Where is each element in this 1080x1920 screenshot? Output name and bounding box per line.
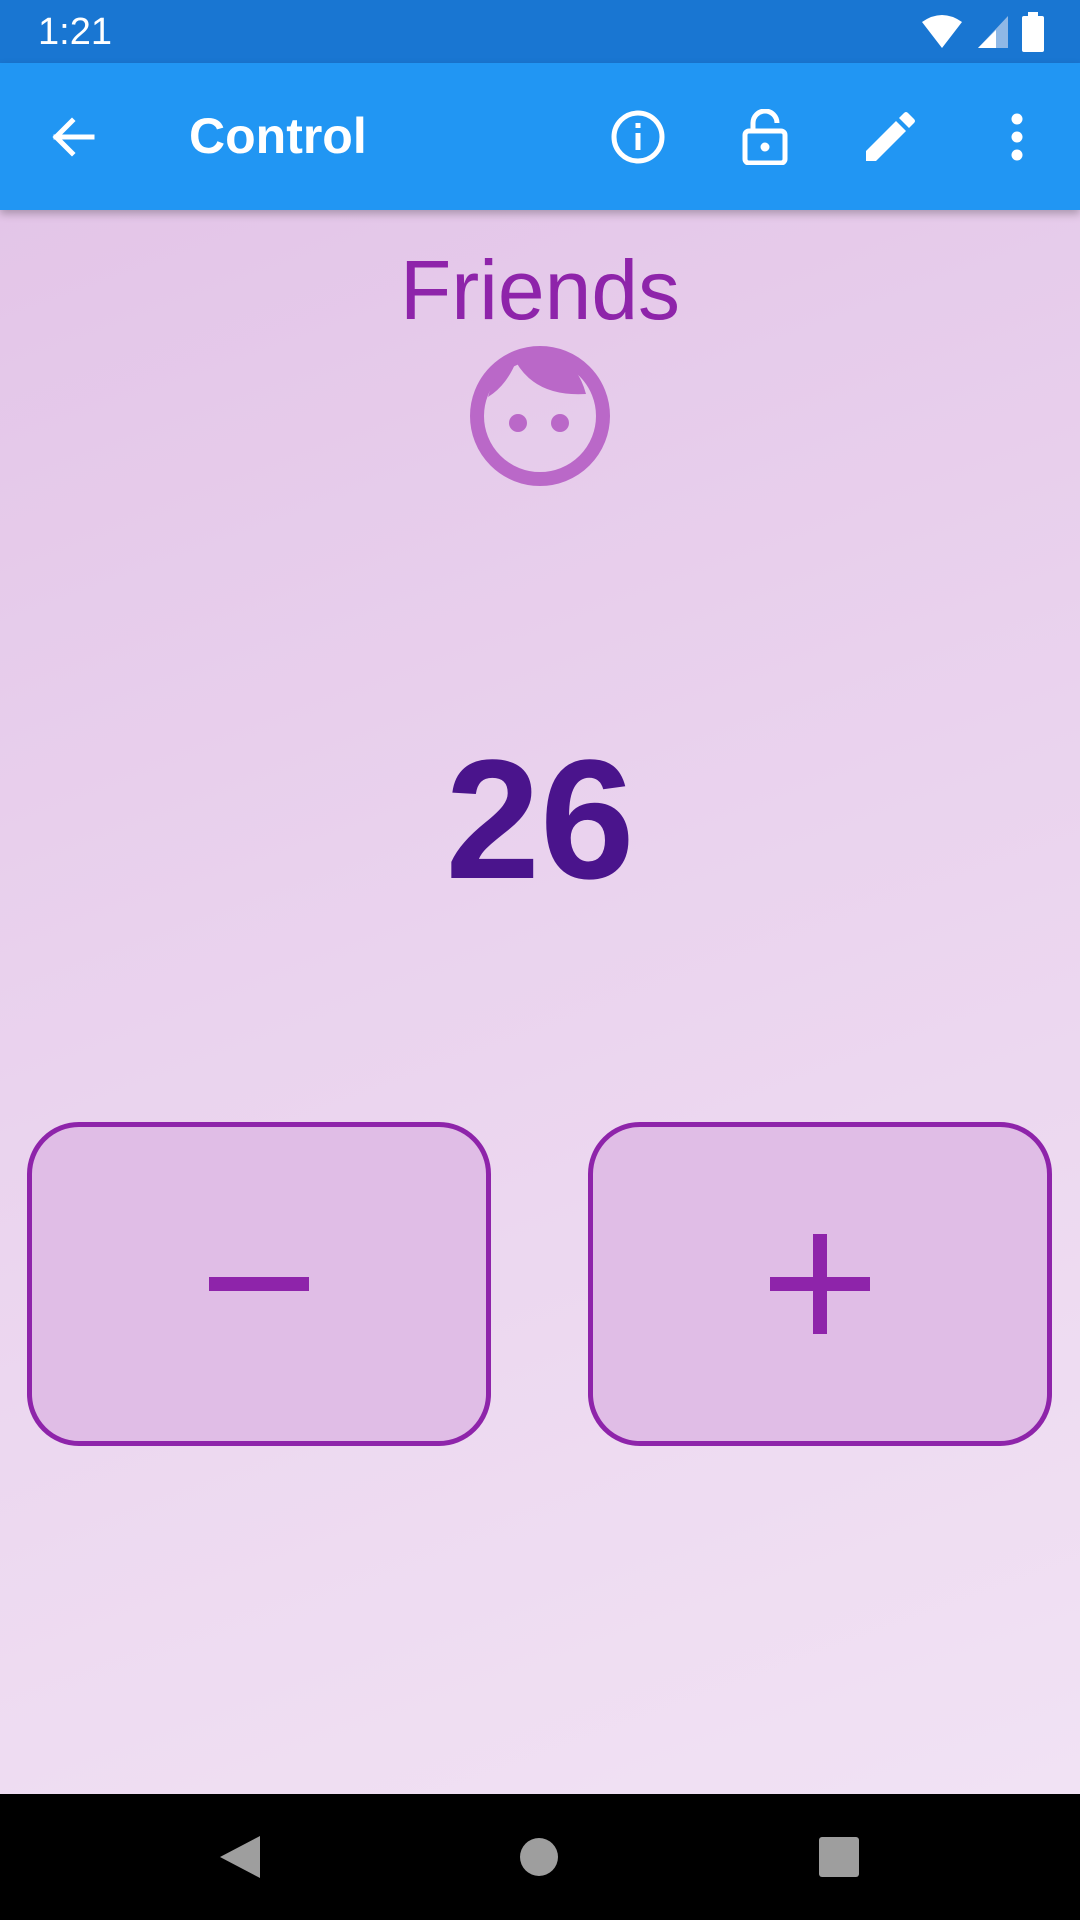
more-options-button[interactable]: [957, 63, 1077, 210]
app-bar: Control: [0, 63, 1080, 210]
plus-icon: [770, 1234, 870, 1334]
counter-value: 26: [445, 725, 635, 915]
nav-home-icon: [520, 1838, 558, 1876]
edit-button[interactable]: [830, 63, 950, 210]
info-icon: [611, 110, 665, 163]
nav-back-button[interactable]: [170, 1794, 310, 1920]
system-nav-bar: [0, 1794, 1080, 1920]
wifi-icon: [922, 15, 962, 48]
lock-open-icon: [742, 108, 788, 165]
app-title: Control: [189, 108, 367, 164]
info-button[interactable]: [578, 63, 698, 210]
status-time: 1:21: [38, 11, 112, 53]
nav-recents-icon: [819, 1837, 859, 1877]
nav-recents-button[interactable]: [769, 1794, 909, 1920]
back-button[interactable]: [13, 63, 133, 210]
increment-button[interactable]: [588, 1122, 1052, 1446]
minus-icon: [209, 1277, 309, 1291]
battery-icon: [1022, 12, 1044, 52]
nav-back-icon: [220, 1836, 260, 1878]
back-arrow-icon: [52, 116, 95, 157]
status-icons: [920, 10, 1044, 54]
lock-button[interactable]: [705, 63, 825, 210]
nav-home-button[interactable]: [469, 1794, 609, 1920]
status-bar: 1:21: [0, 0, 1080, 63]
more-vert-icon: [1011, 113, 1023, 160]
screen: 1:21 Control Friends 26: [0, 0, 1080, 1920]
decrement-button[interactable]: [27, 1122, 491, 1446]
counter-name: Friends: [399, 243, 681, 337]
face-icon: [470, 346, 610, 486]
counter-panel: Friends 26: [0, 210, 1080, 1794]
cell-signal-icon: [978, 16, 1008, 48]
edit-pencil-icon: [866, 111, 915, 161]
